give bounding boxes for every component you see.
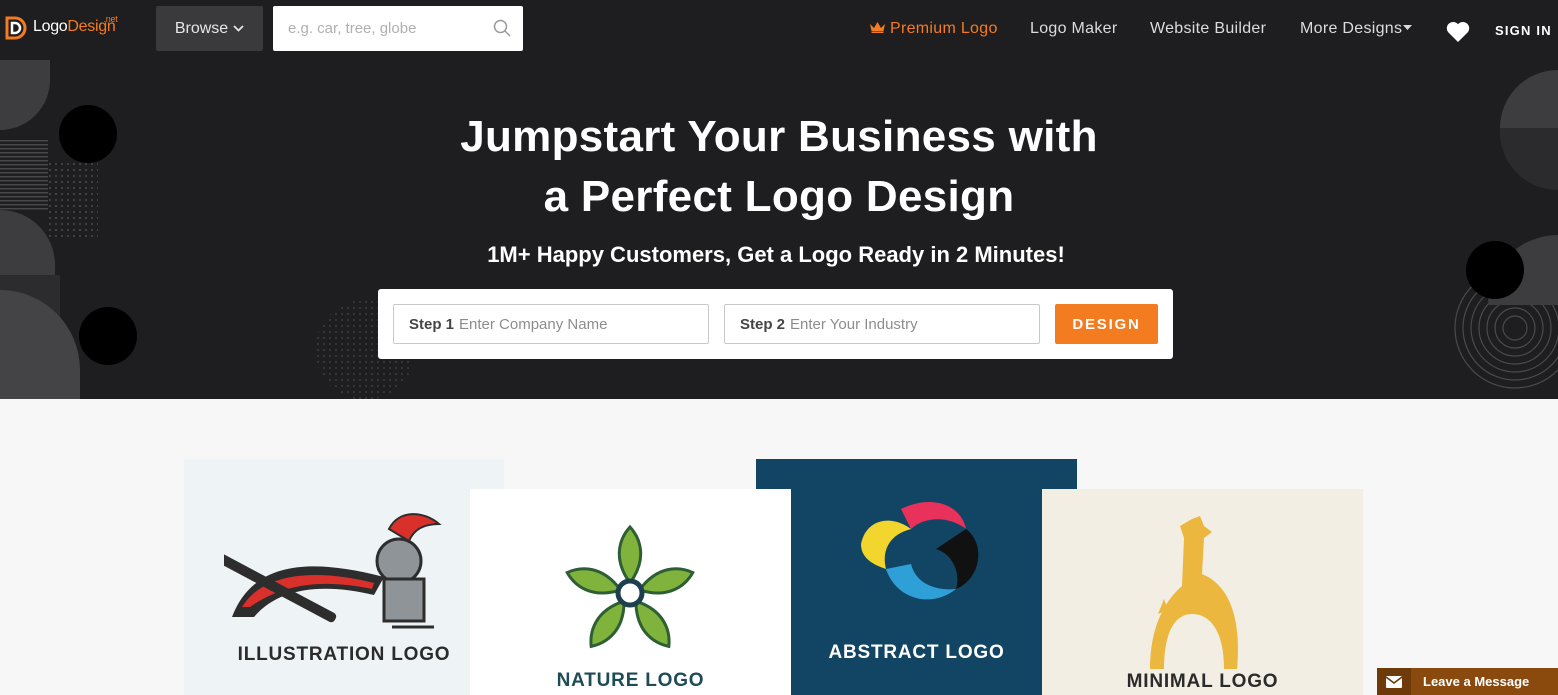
search-input[interactable]: [273, 6, 483, 51]
search-icon[interactable]: [493, 19, 511, 37]
heart-icon[interactable]: [1446, 21, 1470, 42]
hero-section: Jumpstart Your Business with a Perfect L…: [0, 60, 1558, 399]
hero-title-line2: a Perfect Logo Design: [543, 172, 1015, 221]
search-box: [273, 6, 523, 51]
leaf-star-image: [565, 524, 695, 649]
envelope-icon-wrap: [1377, 668, 1411, 695]
category-label-minimal: MINIMAL LOGO: [1126, 671, 1279, 692]
nav-premium-logo-label: Premium Logo: [890, 20, 998, 37]
hero-subtitle: 1M+ Happy Customers, Get a Logo Ready in…: [487, 242, 1065, 267]
company-name-field[interactable]: Step 1: [393, 304, 709, 344]
browse-label: Browse: [174, 19, 229, 37]
hero-title-line1: Jumpstart Your Business with: [460, 112, 1098, 161]
logo-design-form: Step 1 Step 2 DESIGN: [378, 289, 1173, 359]
nav-logo-maker[interactable]: Logo Maker: [1030, 20, 1118, 38]
caret-down-icon: [1403, 25, 1413, 30]
industry-field[interactable]: Step 2: [724, 304, 1040, 344]
browse-dropdown-button[interactable]: Browse: [156, 6, 263, 51]
sign-in-link[interactable]: SIGN IN: [1495, 23, 1552, 38]
category-label-illustration: ILLUSTRATION LOGO: [237, 644, 451, 665]
company-name-input[interactable]: [459, 306, 708, 342]
category-card-abstract[interactable]: ABSTRACT LOGO: [791, 489, 1042, 695]
giraffe-image: [1150, 516, 1238, 669]
abstract-swirl-image: [861, 501, 979, 600]
category-label-abstract: ABSTRACT LOGO: [828, 642, 1005, 663]
leave-message-widget[interactable]: Leave a Message: [1377, 668, 1558, 695]
knight-mascot-image: [224, 513, 442, 629]
logo-text-main: Logo: [33, 18, 68, 35]
nav-premium-logo[interactable]: Premium Logo: [870, 20, 998, 38]
hero-title: Jumpstart Your Business with a Perfect L…: [0, 107, 1558, 227]
category-label-nature: NATURE LOGO: [556, 670, 705, 691]
crown-icon: [870, 22, 885, 33]
logo-superscript: .net: [103, 14, 118, 24]
envelope-icon: [1386, 675, 1402, 688]
nav-website-builder[interactable]: Website Builder: [1150, 20, 1266, 38]
site-logo[interactable]: LogoDesign .net: [4, 14, 118, 40]
category-card-minimal[interactable]: MINIMAL LOGO: [1042, 489, 1363, 695]
category-card-nature[interactable]: NATURE LOGO: [470, 489, 791, 695]
category-card-illustration[interactable]: ILLUSTRATION LOGO: [184, 459, 504, 695]
nav-more-designs[interactable]: More Designs: [1300, 20, 1413, 38]
design-button[interactable]: DESIGN: [1055, 304, 1158, 344]
logo-mark-icon: [5, 16, 27, 40]
category-card-abstract-top: [756, 459, 1077, 489]
nav-more-designs-label: More Designs: [1300, 20, 1403, 37]
step2-label: Step 2: [740, 315, 786, 333]
step1-label: Step 1: [409, 315, 455, 333]
industry-input[interactable]: [790, 306, 1039, 342]
logo-wordmark: LogoDesign .net: [33, 14, 118, 40]
top-navbar: LogoDesign .net Browse Premium Logo Logo…: [0, 0, 1558, 60]
chevron-down-icon: [233, 25, 244, 32]
leave-message-label: Leave a Message: [1423, 674, 1530, 689]
